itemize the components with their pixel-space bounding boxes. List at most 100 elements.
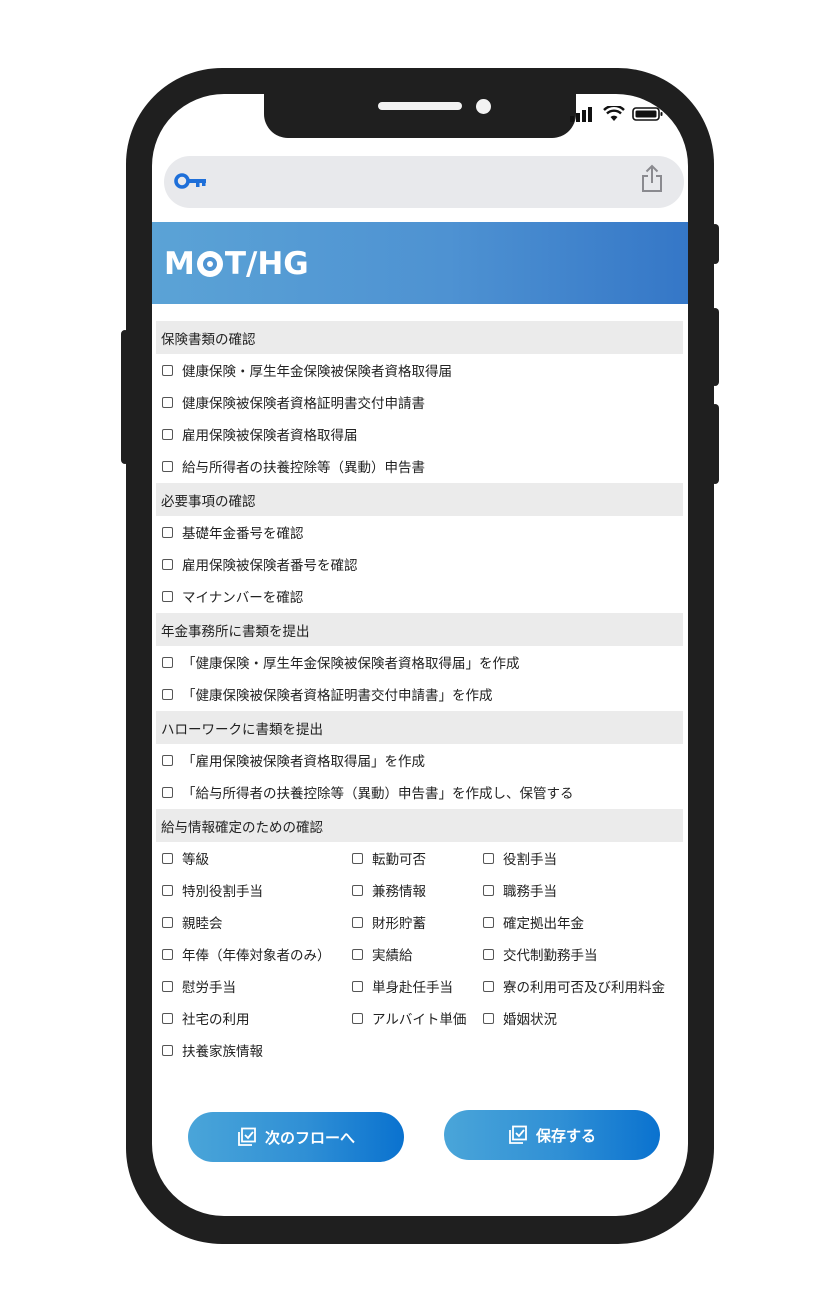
checkbox[interactable] bbox=[352, 884, 363, 896]
section-header: 年金事務所に書類を提出 bbox=[156, 613, 683, 646]
checkbox[interactable] bbox=[162, 526, 173, 538]
checkbox[interactable] bbox=[352, 852, 363, 864]
checkbox[interactable] bbox=[483, 884, 494, 896]
checklist-item[interactable]: 社宅の利用 bbox=[162, 1008, 250, 1028]
checklist-item[interactable]: 親睦会 bbox=[162, 912, 223, 932]
checkbox[interactable] bbox=[162, 428, 173, 440]
checkbox[interactable] bbox=[162, 396, 173, 408]
signal-icon bbox=[570, 107, 592, 122]
checklist-item[interactable]: アルバイト単価 bbox=[352, 1008, 466, 1028]
checkbox[interactable] bbox=[483, 948, 494, 960]
checkbox[interactable] bbox=[352, 1012, 363, 1024]
checklist-item[interactable]: 職務手当 bbox=[483, 880, 557, 900]
checkbox[interactable] bbox=[162, 460, 173, 472]
wifi-icon bbox=[603, 106, 625, 121]
checkbox[interactable] bbox=[162, 948, 173, 960]
section-header: 給与情報確定のための確認 bbox=[156, 809, 683, 842]
address-bar[interactable] bbox=[164, 156, 684, 208]
next-flow-label: 次のフローへ bbox=[264, 1128, 355, 1147]
checklist-item[interactable]: 確定拠出年金 bbox=[483, 912, 584, 932]
item-label: 役割手当 bbox=[503, 852, 557, 868]
next-flow-button[interactable]: 次のフローへ bbox=[188, 1112, 404, 1162]
checkbox[interactable] bbox=[162, 364, 173, 376]
checklist-item[interactable]: 給与所得者の扶養控除等（異動）申告書 bbox=[162, 456, 425, 476]
item-label: 確定拠出年金 bbox=[503, 916, 584, 932]
checklist-item[interactable]: 扶養家族情報 bbox=[162, 1040, 263, 1060]
checklist-item[interactable]: マイナンバーを確認 bbox=[162, 586, 303, 606]
checklist-item[interactable]: 「給与所得者の扶養控除等（異動）申告書」を作成し、保管する bbox=[162, 782, 574, 802]
section-header: ハローワークに書類を提出 bbox=[156, 711, 683, 744]
item-label: 交代制勤務手当 bbox=[503, 948, 598, 964]
front-camera bbox=[476, 99, 491, 114]
section-title: ハローワークに書類を提出 bbox=[161, 722, 323, 738]
checkbox[interactable] bbox=[162, 1012, 173, 1024]
checkbox[interactable] bbox=[162, 1044, 173, 1056]
checkbox[interactable] bbox=[162, 884, 173, 896]
checkbox[interactable] bbox=[162, 754, 173, 766]
checkbox[interactable] bbox=[483, 980, 494, 992]
checklist-item[interactable]: 交代制勤務手当 bbox=[483, 944, 598, 964]
logo-text-right: T/HG bbox=[224, 246, 309, 282]
notch bbox=[264, 94, 576, 138]
checkbox[interactable] bbox=[162, 980, 173, 992]
item-label: 寮の利用可否及び利用料金 bbox=[503, 980, 665, 996]
section-header: 保険書類の確認 bbox=[156, 321, 683, 354]
checklist-item[interactable]: 転勤可否 bbox=[352, 848, 426, 868]
item-label: 社宅の利用 bbox=[182, 1012, 250, 1028]
item-label: 財形貯蓄 bbox=[372, 916, 426, 932]
checklist-item[interactable]: 単身赴任手当 bbox=[352, 976, 453, 996]
item-label: 雇用保険被保険者資格取得届 bbox=[182, 428, 358, 444]
item-label: 実績給 bbox=[372, 948, 413, 964]
checklist-item[interactable]: 実績給 bbox=[352, 944, 413, 964]
checklist-item[interactable]: 「健康保険・厚生年金保険被保険者資格取得届」を作成 bbox=[162, 652, 520, 672]
checklist-item[interactable]: 基礎年金番号を確認 bbox=[162, 522, 304, 542]
checklist-item[interactable]: 特別役割手当 bbox=[162, 880, 263, 900]
battery-icon bbox=[632, 107, 663, 121]
checkbox[interactable] bbox=[162, 852, 173, 864]
checkbox[interactable] bbox=[162, 916, 173, 928]
checkbox[interactable] bbox=[162, 558, 173, 570]
save-label: 保存する bbox=[535, 1126, 596, 1145]
checkbox[interactable] bbox=[352, 980, 363, 992]
checkbox[interactable] bbox=[162, 688, 173, 700]
section-title: 必要事項の確認 bbox=[161, 494, 256, 510]
checklist-item[interactable]: 兼務情報 bbox=[352, 880, 426, 900]
key-icon bbox=[174, 173, 206, 189]
checklist-item[interactable]: 健康保険・厚生年金保険被保険者資格取得届 bbox=[162, 360, 452, 380]
checkbox[interactable] bbox=[162, 786, 173, 798]
item-label: 基礎年金番号を確認 bbox=[182, 526, 304, 542]
checklist-item[interactable]: 役割手当 bbox=[483, 848, 557, 868]
checklist-item[interactable]: 「雇用保険被保険者資格取得届」を作成 bbox=[162, 750, 425, 770]
speaker-grille bbox=[378, 102, 462, 110]
checklist-item[interactable]: 年俸（年俸対象者のみ） bbox=[162, 944, 331, 964]
item-label: 慰労手当 bbox=[182, 980, 236, 996]
checklist-item[interactable]: 雇用保険被保険者番号を確認 bbox=[162, 554, 358, 574]
checklist-item[interactable]: 等級 bbox=[162, 848, 209, 868]
checklist-item[interactable]: 婚姻状況 bbox=[483, 1008, 557, 1028]
checklist-item[interactable]: 「健康保険被保険者資格証明書交付申請書」を作成 bbox=[162, 684, 493, 704]
status-bar bbox=[570, 106, 664, 122]
checkbox[interactable] bbox=[162, 656, 173, 668]
item-label: 健康保険被保険者資格証明書交付申請書 bbox=[182, 396, 425, 412]
item-label: 雇用保険被保険者番号を確認 bbox=[182, 558, 358, 574]
item-label: 婚姻状況 bbox=[503, 1012, 557, 1028]
checklist-icon bbox=[238, 1127, 256, 1146]
share-icon[interactable] bbox=[640, 164, 664, 194]
item-label: 特別役割手当 bbox=[182, 884, 263, 900]
item-label: 健康保険・厚生年金保険被保険者資格取得届 bbox=[182, 364, 452, 380]
checkbox[interactable] bbox=[352, 948, 363, 960]
checkbox[interactable] bbox=[162, 590, 173, 602]
checklist-item[interactable]: 雇用保険被保険者資格取得届 bbox=[162, 424, 358, 444]
checklist-item[interactable]: 寮の利用可否及び利用料金 bbox=[483, 976, 665, 996]
save-button[interactable]: 保存する bbox=[444, 1110, 660, 1160]
logo-target-icon bbox=[196, 251, 223, 277]
checklist-item[interactable]: 財形貯蓄 bbox=[352, 912, 426, 932]
checkbox[interactable] bbox=[352, 916, 363, 928]
checkbox[interactable] bbox=[483, 1012, 494, 1024]
checkbox[interactable] bbox=[483, 852, 494, 864]
item-label: 単身赴任手当 bbox=[372, 980, 453, 996]
checkbox[interactable] bbox=[483, 916, 494, 928]
item-label: 給与所得者の扶養控除等（異動）申告書 bbox=[182, 460, 425, 476]
checklist-item[interactable]: 慰労手当 bbox=[162, 976, 236, 996]
checklist-item[interactable]: 健康保険被保険者資格証明書交付申請書 bbox=[162, 392, 425, 412]
